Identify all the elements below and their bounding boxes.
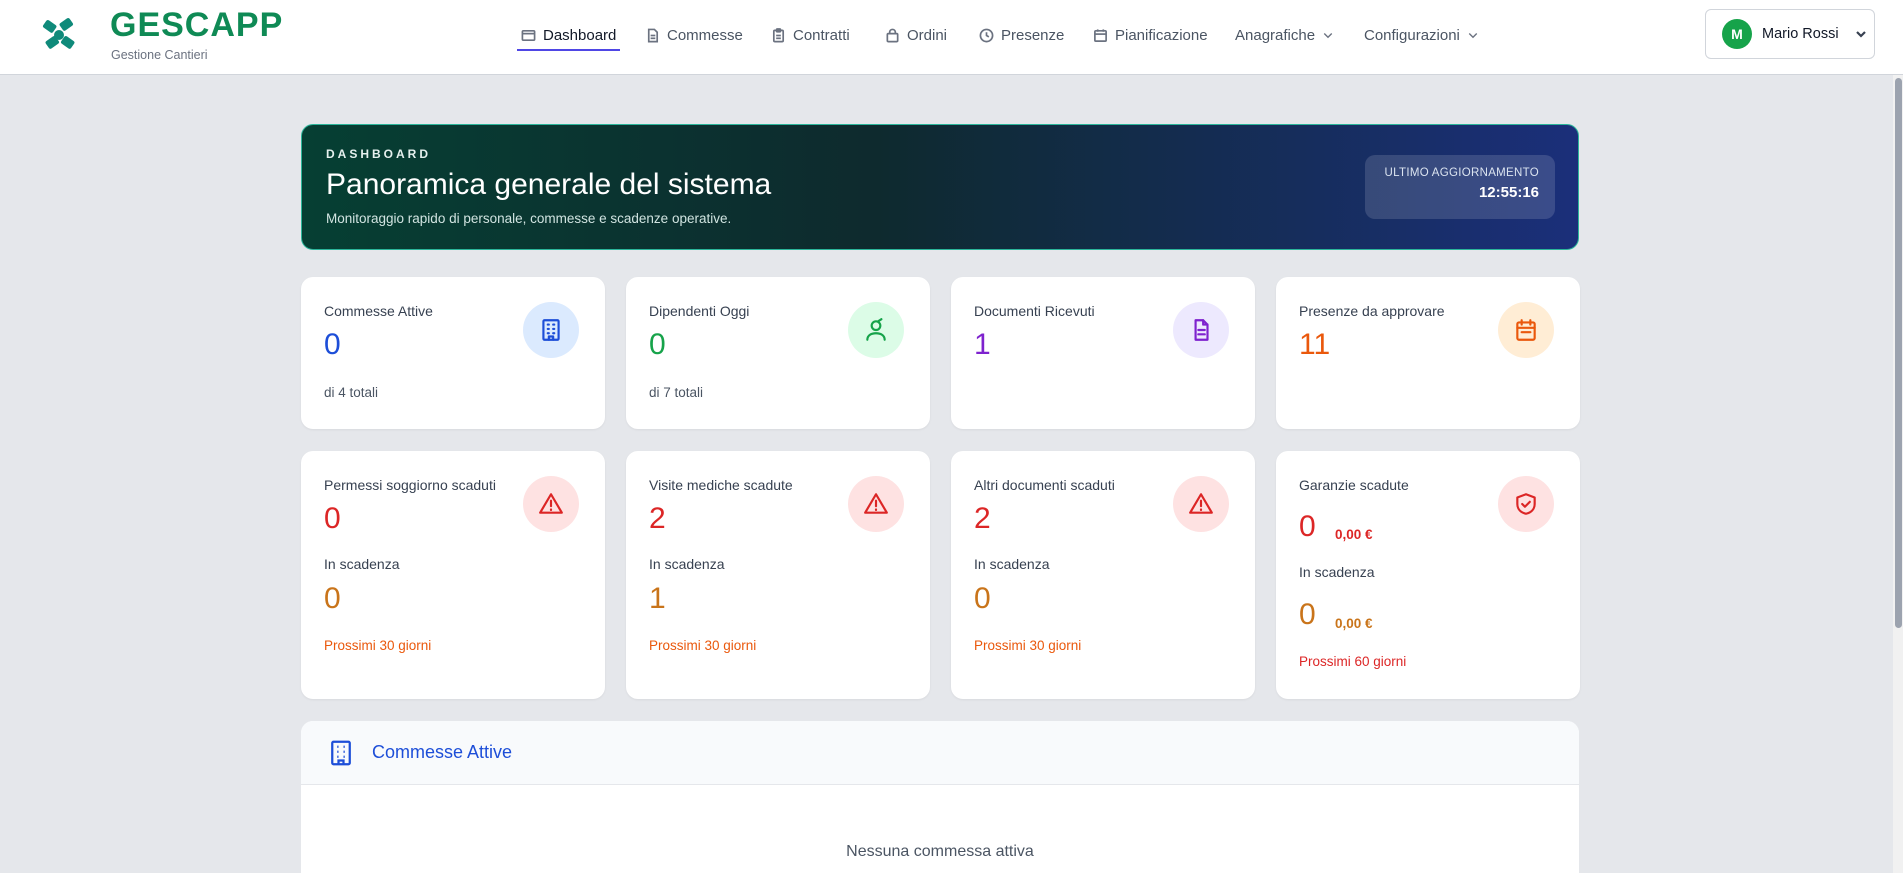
nav-anagrafiche-label: Anagrafiche (1235, 26, 1316, 44)
stat-value: 0 (324, 328, 341, 361)
warning-icon (848, 476, 904, 532)
scrollbar-thumb[interactable] (1895, 78, 1902, 628)
stat-title: Documenti Ricevuti (974, 303, 1095, 319)
app-logo-icon[interactable] (40, 16, 78, 54)
expiry-sub-value: 0 (1299, 598, 1316, 631)
nav-ordini[interactable]: Ordini (885, 22, 947, 48)
nav-pianificazione[interactable]: Pianificazione (1093, 22, 1208, 48)
expiry-card-permessi[interactable]: Permessi soggiorno scaduti 0 In scadenza… (301, 451, 605, 699)
expiry-sub-money: 0,00 € (1335, 616, 1373, 631)
building-icon (523, 302, 579, 358)
nav-anagrafiche[interactable]: Anagrafiche (1235, 22, 1334, 48)
expiry-sub-label: In scadenza (324, 556, 400, 572)
clipboard-icon (772, 27, 785, 42)
hero-subtitle: Monitoraggio rapido di personale, commes… (326, 211, 732, 226)
nav-dashboard[interactable]: Dashboard (516, 22, 621, 51)
stat-card-dipendenti[interactable]: Dipendenti Oggi 0 di 7 totali (626, 277, 930, 429)
nav-commesse[interactable]: Commesse (645, 22, 743, 48)
chevron-down-icon (1323, 33, 1333, 39)
nav-presenze-label: Presenze (1001, 26, 1065, 44)
nav-ordini-label: Ordini (907, 26, 948, 44)
user-icon (848, 302, 904, 358)
commesse-attive-panel: Commesse Attive Nessuna commessa attiva (301, 721, 1579, 873)
expiry-value: 0 (1299, 510, 1316, 543)
nav-pianificazione-label: Pianificazione (1115, 26, 1208, 44)
last-update-badge: ULTIMO AGGIORNAMENTO 12:55:16 (1365, 155, 1555, 219)
expiry-card-altri-documenti[interactable]: Altri documenti scaduti 2 In scadenza 0 … (951, 451, 1255, 699)
expiry-note: Prossimi 30 giorni (324, 638, 432, 653)
expiry-title: Visite mediche scadute (649, 477, 793, 493)
stat-value: 11 (1299, 328, 1331, 361)
empty-state-message: Nessuna commessa attiva (846, 843, 1034, 860)
stat-card-presenze[interactable]: Presenze da approvare 11 (1276, 277, 1580, 429)
expiry-card-garanzie[interactable]: Garanzie scadute 0 0,00 € In scadenza 0 … (1276, 451, 1580, 699)
bag-icon (886, 28, 899, 42)
clock-icon (979, 28, 994, 42)
expiry-note: Prossimi 30 giorni (649, 638, 757, 653)
expiry-value: 0 (324, 502, 341, 535)
stat-foot: di 4 totali (324, 385, 379, 400)
calendar-icon (1094, 28, 1107, 42)
expiry-title: Permessi soggiorno scaduti (324, 477, 496, 493)
user-name: Mario Rossi (1762, 26, 1839, 42)
top-navbar: GESCAPP Gestione Cantieri Dashboard Comm… (0, 0, 1903, 75)
document-icon (647, 28, 659, 42)
nav-contratti[interactable]: Contratti (771, 22, 850, 48)
stat-title: Commesse Attive (324, 303, 433, 319)
expiry-value: 2 (974, 502, 991, 535)
warning-icon (1173, 476, 1229, 532)
stat-card-documenti[interactable]: Documenti Ricevuti 1 (951, 277, 1255, 429)
stat-value: 1 (974, 328, 991, 361)
panel-title: Commesse Attive (372, 742, 513, 762)
expiry-note: Prossimi 60 giorni (1299, 654, 1407, 669)
hero-eyebrow: DASHBOARD (326, 147, 431, 161)
nav-configurazioni[interactable]: Configurazioni (1364, 22, 1479, 48)
brand-subtitle: Gestione Cantieri (111, 48, 208, 62)
stat-card-commesse[interactable]: Commesse Attive 0 di 4 totali (301, 277, 605, 429)
expiry-value: 2 (649, 502, 666, 535)
user-menu-button[interactable]: M Mario Rossi (1705, 9, 1875, 59)
expiry-sub-value: 1 (649, 582, 666, 615)
chevron-down-icon (1468, 33, 1478, 39)
expiry-sub-label: In scadenza (974, 556, 1050, 572)
last-update-label: ULTIMO AGGIORNAMENTO (1384, 167, 1539, 179)
dashboard-hero: DASHBOARD Panoramica generale del sistem… (301, 124, 1579, 250)
panel-header: Commesse Attive (301, 721, 1579, 785)
nav-contratti-label: Contratti (793, 26, 850, 44)
page-title: Panoramica generale del sistema (326, 168, 772, 201)
nav-presenze[interactable]: Presenze (979, 22, 1064, 48)
warning-icon (523, 476, 579, 532)
expiry-card-visite[interactable]: Visite mediche scadute 2 In scadenza 1 P… (626, 451, 930, 699)
building-icon (331, 740, 351, 766)
stat-title: Presenze da approvare (1299, 303, 1445, 319)
expiry-money: 0,00 € (1335, 527, 1373, 542)
dashboard-icon (521, 29, 536, 41)
expiry-title: Altri documenti scaduti (974, 477, 1115, 493)
expiry-sub-value: 0 (974, 582, 991, 615)
shield-check-icon (1498, 476, 1554, 532)
expiry-note: Prossimi 30 giorni (974, 638, 1082, 653)
expiry-title: Garanzie scadute (1299, 477, 1409, 493)
brand-name[interactable]: GESCAPP (110, 6, 283, 45)
document-icon (1173, 302, 1229, 358)
chevron-down-icon (1855, 31, 1866, 38)
expiry-sub-label: In scadenza (1299, 564, 1375, 580)
avatar: M (1722, 19, 1752, 49)
nav-configurazioni-label: Configurazioni (1364, 26, 1460, 44)
expiry-sub-label: In scadenza (649, 556, 725, 572)
last-update-time: 12:55:16 (1478, 184, 1539, 201)
calendar-icon (1498, 302, 1554, 358)
stat-value: 0 (649, 328, 666, 361)
stat-title: Dipendenti Oggi (649, 303, 750, 319)
stat-foot: di 7 totali (649, 385, 704, 400)
nav-dashboard-label: Dashboard (543, 26, 617, 44)
expiry-sub-value: 0 (324, 582, 341, 615)
nav-commesse-label: Commesse (667, 26, 743, 44)
